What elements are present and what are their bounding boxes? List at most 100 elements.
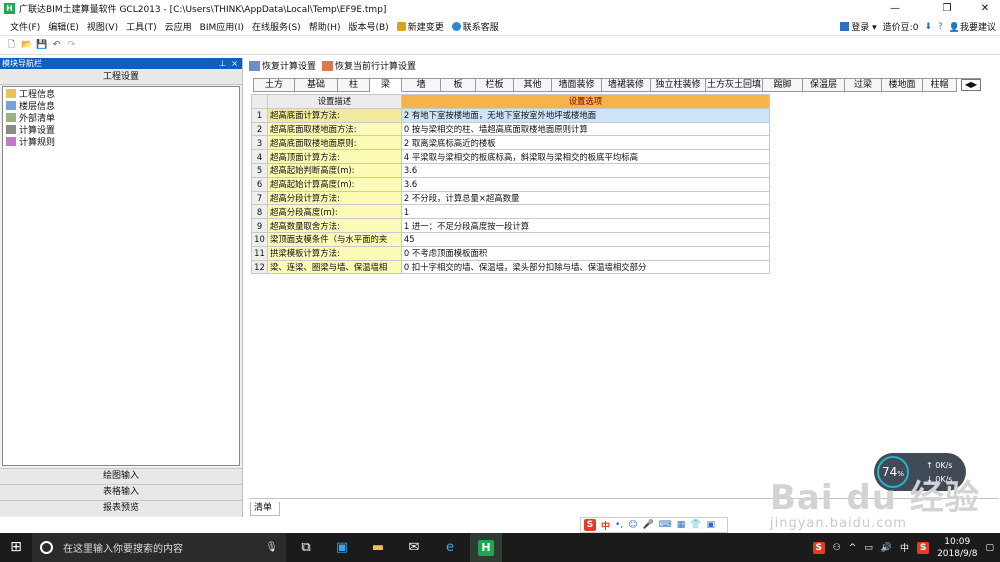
minimize-button[interactable]: — (880, 0, 910, 17)
table-row[interactable]: 4 超高顶面计算方法: 4 平梁取与梁相交的板底标高，斜梁取与梁相交的板底平均标高 (251, 149, 771, 164)
close-button[interactable]: ✕ (970, 0, 1000, 17)
skin-icon[interactable]: 👕 (690, 520, 701, 530)
menu-online-service[interactable]: 在线服务(S) (248, 20, 305, 33)
tab-column-cap[interactable]: 柱帽 (923, 79, 957, 92)
file-explorer-icon[interactable]: ▬ (362, 533, 394, 562)
network-icon[interactable]: ▭ (864, 543, 873, 553)
keyboard-icon[interactable]: ⌨ (659, 520, 672, 530)
setting-option[interactable]: 2 不分段，计算总量×超高数量 (400, 190, 771, 206)
show-hidden-icons[interactable]: ^ (849, 543, 857, 553)
ime-lang-toggle[interactable]: 中 (601, 519, 610, 532)
mic-icon[interactable]: 🎤 (643, 520, 654, 530)
open-folder-icon[interactable]: 📂 (21, 40, 32, 51)
table-row[interactable]: 3 超高底面取楼地面原则: 2 取离梁底标高近的楼板 (251, 135, 771, 151)
people-icon[interactable]: ⚇ (833, 543, 841, 553)
tab-insulation[interactable]: 保温层 (803, 79, 845, 92)
taskbar-clock[interactable]: 10:09 2018/9/8 (937, 536, 977, 560)
menu-new-change[interactable]: 新建变更 (393, 20, 448, 33)
tree-item-floor-info[interactable]: 楼层信息 (3, 99, 239, 112)
tree-item-external-list[interactable]: 外部清单 (3, 111, 239, 124)
table-row[interactable]: 1 超高底面计算方法: 2 有地下室按楼地面，无地下室按室外地坪或楼地面 (251, 107, 771, 123)
tab-column-finish[interactable]: 独立柱装修 (651, 79, 706, 92)
suggest-button[interactable]: 👤我要建议 (949, 20, 996, 33)
menu-view[interactable]: 视图(V) (83, 20, 122, 33)
toolbox-icon[interactable]: ▣ (707, 520, 716, 530)
table-row[interactable]: 10 梁顶面支模条件（与水平面的夹 45 (251, 231, 771, 247)
tab-wall-finish[interactable]: 墙面装修 (552, 79, 602, 92)
windows-start-icon[interactable]: ⊞ (0, 533, 32, 562)
menu-tools[interactable]: 工具(T) (122, 20, 161, 33)
save-icon[interactable]: 💾 (36, 40, 47, 51)
tree-item-project-info[interactable]: 工程信息 (3, 87, 239, 100)
tray-ime-lang[interactable]: 中 (900, 541, 909, 554)
tree-item-calc-settings[interactable]: 计算设置 (3, 123, 239, 136)
microphone-icon[interactable]: 🎙 (265, 542, 278, 553)
download-icon[interactable]: ⬇ (924, 22, 932, 32)
undo-icon[interactable]: ↶ (51, 40, 62, 51)
table-row[interactable]: 8 超高分段高度(m): 1 (251, 204, 771, 220)
navigator-close-icon[interactable]: × (231, 58, 238, 69)
tab-foundation[interactable]: 基础 (295, 79, 338, 92)
tab-backfill[interactable]: 土方灰土回填 (706, 79, 763, 92)
tab-earthwork[interactable]: 土方 (253, 79, 295, 92)
setting-option[interactable]: 0 扣十字相交的墙、保温墙，梁头部分扣除与墙、保温墙相交部分 (400, 259, 771, 275)
menu-bim[interactable]: BIM应用(I) (196, 20, 248, 33)
table-row[interactable]: 5 超高起始判断高度(m): 3.6 (251, 162, 771, 178)
tab-lintel[interactable]: 过梁 (845, 79, 882, 92)
tab-dado-finish[interactable]: 墙裙装修 (602, 79, 651, 92)
sogou-logo-icon[interactable]: S (584, 519, 596, 531)
notification-icon[interactable]: ▢ (985, 543, 994, 553)
menu-contact-service[interactable]: 联系客服 (448, 20, 503, 33)
tray-sogou-small-icon[interactable]: S (917, 541, 930, 554)
restore-settings-button[interactable]: 恢复计算设置 (249, 59, 316, 72)
tab-scroll-arrows-icon[interactable]: ◀▶ (961, 79, 981, 91)
task-view-icon[interactable]: ⧉ (290, 533, 322, 562)
setting-option[interactable]: 2 有地下室按楼地面，无地下室按室外地坪或楼地面 (400, 107, 771, 123)
setting-option[interactable]: 1 进一：不足分段高度按一段计算 (400, 218, 771, 233)
tab-column[interactable]: 柱 (338, 79, 370, 92)
tab-wall[interactable]: 墙 (402, 79, 441, 92)
menu-cloud[interactable]: 云应用 (161, 20, 196, 33)
setting-option[interactable]: 1 (400, 204, 771, 220)
tab-skirting[interactable]: 踢脚 (763, 79, 803, 92)
setting-option[interactable]: 4 平梁取与梁相交的板底标高，斜梁取与梁相交的板底平均标高 (400, 149, 771, 164)
tab-other[interactable]: 其他 (514, 79, 552, 92)
tab-bill-list[interactable]: 清单 (250, 502, 280, 516)
pin-icon[interactable]: ⊥ (219, 58, 226, 69)
setting-option[interactable]: 45 (400, 231, 771, 247)
setting-option[interactable]: 0 按与梁相交的柱、墙超高底面取楼地面原则计算 (400, 121, 771, 137)
table-row[interactable]: 7 超高分段计算方法: 2 不分段，计算总量×超高数量 (251, 190, 771, 206)
restore-row-button[interactable]: 恢复当前行计算设置 (322, 59, 416, 72)
nav-tab-drawing-input[interactable]: 绘图输入 (0, 468, 242, 484)
menu-help[interactable]: 帮助(H) (305, 20, 345, 33)
tab-beam[interactable]: 梁 (370, 79, 402, 92)
menu-edit[interactable]: 编辑(E) (44, 20, 83, 33)
new-file-icon[interactable]: 🗋 (6, 40, 17, 51)
tab-floor[interactable]: 楼地面 (882, 79, 923, 92)
menu-version[interactable]: 版本号(B) (344, 20, 392, 33)
redo-icon[interactable]: ↷ (66, 40, 77, 51)
tab-parapet[interactable]: 栏板 (476, 79, 514, 92)
setting-option[interactable]: 0 不考虑顶面模板面积 (400, 245, 771, 261)
tray-sogou-icon[interactable]: S (812, 541, 825, 554)
nav-tab-report-preview[interactable]: 报表预览 (0, 500, 242, 516)
menu-file[interactable]: 文件(F) (0, 20, 44, 33)
setting-option[interactable]: 3.6 (400, 176, 771, 192)
table-row[interactable]: 12 梁、连梁、圈梁与墙、保温墙相 0 扣十字相交的墙、保温墙，梁头部分扣除与墙、保… (251, 259, 771, 275)
emoji-icon[interactable]: ☺ (628, 520, 637, 530)
table-row[interactable]: 11 拱梁模板计算方法: 0 不考虑顶面模板面积 (251, 245, 771, 261)
tab-slab[interactable]: 板 (441, 79, 476, 92)
table-row[interactable]: 9 超高数量取舍方法: 1 进一：不足分段高度按一段计算 (251, 218, 771, 233)
tree-item-calc-rules[interactable]: 计算规则 (3, 135, 239, 148)
maximize-button[interactable]: ❐ (932, 0, 962, 17)
glodon-app-icon[interactable]: H (470, 533, 502, 562)
setting-option[interactable]: 2 取离梁底标高近的楼板 (400, 135, 771, 151)
taskbar-search-box[interactable]: 在这里输入你要搜索的内容 🎙 (32, 533, 286, 562)
table-row[interactable]: 2 超高底面取楼地面方法: 0 按与梁相交的柱、墙超高底面取楼地面原则计算 (251, 121, 771, 137)
mail-icon[interactable]: ✉ (398, 533, 430, 562)
navigator-section-header[interactable]: 工程设置 (0, 69, 242, 85)
grid-icon[interactable]: ▦ (677, 520, 686, 530)
setting-option[interactable]: 3.6 (400, 162, 771, 178)
volume-icon[interactable]: 🔊 (881, 543, 892, 553)
store-app-icon[interactable]: ▣ (326, 533, 358, 562)
